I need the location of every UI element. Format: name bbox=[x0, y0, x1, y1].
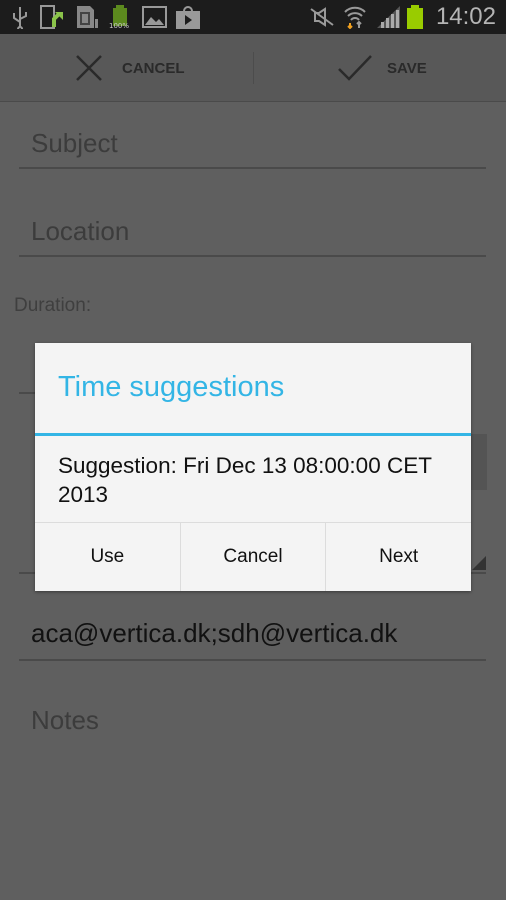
usb-icon bbox=[13, 7, 27, 29]
image-icon bbox=[142, 6, 167, 28]
location-input[interactable]: Location bbox=[19, 216, 486, 257]
subject-placeholder: Subject bbox=[31, 128, 118, 158]
wifi-icon bbox=[344, 6, 366, 29]
notes-input[interactable]: Notes bbox=[19, 705, 486, 746]
play-store-icon bbox=[176, 6, 200, 29]
mute-icon bbox=[310, 7, 334, 27]
next-button[interactable]: Next bbox=[325, 523, 471, 591]
cancel-dialog-button[interactable]: Cancel bbox=[179, 523, 326, 591]
subject-input[interactable]: Subject bbox=[19, 128, 486, 169]
action-bar: CANCEL SAVE bbox=[0, 34, 506, 102]
divider bbox=[253, 52, 254, 84]
cancel-button[interactable]: CANCEL bbox=[74, 34, 185, 102]
use-button[interactable]: Use bbox=[35, 523, 180, 591]
cancel-label: CANCEL bbox=[122, 59, 185, 77]
signal-icon bbox=[377, 6, 400, 28]
location-placeholder: Location bbox=[31, 216, 130, 246]
clock: 14:02 bbox=[435, 3, 496, 30]
save-label: SAVE bbox=[387, 59, 427, 77]
phone-update-icon bbox=[40, 5, 63, 29]
save-button[interactable]: SAVE bbox=[337, 34, 427, 102]
check-icon bbox=[338, 55, 372, 81]
battery-percent: 100% bbox=[109, 22, 130, 30]
attendees-input[interactable]: aca@vertica.dk;sdh@vertica.dk bbox=[19, 618, 486, 661]
duration-label: Duration: bbox=[14, 295, 92, 316]
dialog-title: Time suggestions bbox=[58, 371, 285, 403]
notes-placeholder: Notes bbox=[31, 705, 99, 735]
battery-icon bbox=[407, 5, 423, 29]
spinner-arrow-icon bbox=[472, 556, 486, 570]
time-suggestions-dialog: Time suggestions Suggestion: Fri Dec 13 … bbox=[35, 343, 471, 591]
close-icon bbox=[76, 55, 102, 81]
sd-card-icon bbox=[77, 6, 98, 28]
dialog-message: Suggestion: Fri Dec 13 08:00:00 CET 2013 bbox=[58, 453, 432, 507]
status-bar: 100% 14:02 bbox=[0, 0, 506, 34]
dialog-buttons: Use Cancel Next bbox=[35, 522, 471, 591]
dialog-title-divider bbox=[35, 433, 471, 436]
attendees-value: aca@vertica.dk;sdh@vertica.dk bbox=[31, 618, 398, 648]
